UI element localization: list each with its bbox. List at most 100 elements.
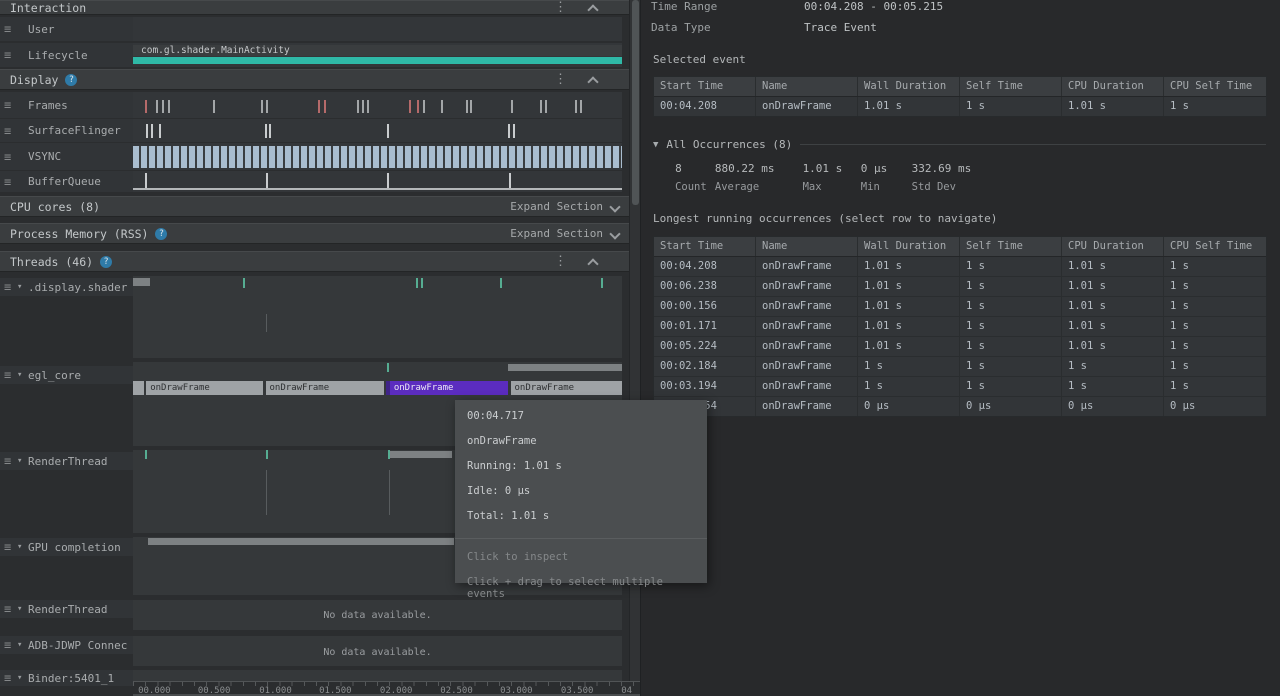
trace-event-ondrawframe[interactable]: onDrawFrame	[266, 381, 384, 395]
drag-handle-icon[interactable]: ≡	[4, 540, 11, 554]
sub-tick	[266, 470, 267, 515]
column-header[interactable]: Name	[756, 237, 858, 256]
drag-handle-icon[interactable]: ≡	[4, 48, 11, 62]
section-header-process-memory[interactable]: Process Memory (RSS) ? Expand Section	[0, 223, 629, 244]
drag-handle-icon[interactable]: ≡	[4, 602, 11, 616]
track-thread-adb-jdwp[interactable]: No data available.	[133, 636, 622, 666]
trace-event-ondrawframe[interactable]: onDrawFrame	[146, 381, 262, 395]
section-header-interaction[interactable]: Interaction ⋮	[0, 0, 629, 15]
column-header[interactable]: Self Time	[960, 77, 1062, 96]
help-icon[interactable]: ?	[155, 228, 167, 240]
column-header[interactable]: Start Time	[654, 77, 756, 96]
lifecycle-activity-bar[interactable]	[133, 57, 622, 64]
collapse-chevron-icon[interactable]	[589, 258, 597, 266]
expand-caret-icon[interactable]: ▾	[17, 370, 22, 380]
disclosure-triangle-icon[interactable]: ▼	[653, 140, 658, 150]
stat: 8 Count	[675, 162, 707, 193]
table-row[interactable]: 00:04.208 onDrawFrame 1.01 s 1 s 1.01 s …	[654, 97, 1266, 116]
column-header[interactable]: CPU Self Time	[1164, 77, 1266, 96]
kebab-menu-icon[interactable]: ⋮	[554, 0, 567, 15]
lifecycle-event[interactable]: com.gl.shader.MainActivity	[133, 45, 622, 56]
column-header[interactable]: CPU Duration	[1062, 77, 1164, 96]
track-user[interactable]	[133, 17, 622, 41]
drag-handle-icon[interactable]: ≡	[4, 368, 11, 382]
expand-caret-icon[interactable]: ▾	[17, 282, 22, 292]
drag-handle-icon[interactable]: ≡	[4, 98, 11, 112]
help-icon[interactable]: ?	[65, 74, 77, 86]
expand-caret-icon[interactable]: ▾	[17, 456, 22, 466]
cell-self-time: 1 s	[960, 297, 1062, 316]
table-row[interactable]: 00:02.184 onDrawFrame 1 s 1 s 1 s 1 s	[654, 357, 1266, 377]
column-header[interactable]: Start Time	[654, 237, 756, 256]
table-row[interactable]: 00:01.171 onDrawFrame 1.01 s 1 s 1.01 s …	[654, 317, 1266, 337]
kebab-menu-icon[interactable]: ⋮	[554, 254, 567, 269]
column-header[interactable]: CPU Duration	[1062, 237, 1164, 256]
section-header-cpu-cores[interactable]: CPU cores (8) Expand Section	[0, 196, 629, 217]
row-label-user[interactable]: ≡ User	[0, 17, 133, 41]
table-row[interactable]: 00:00.156 onDrawFrame 1.01 s 1 s 1.01 s …	[654, 297, 1266, 317]
table-row[interactable]: 00:05.224 onDrawFrame 1.01 s 1 s 1.01 s …	[654, 337, 1266, 357]
axis-tick-label: 01.500	[319, 686, 352, 696]
drag-handle-icon[interactable]: ≡	[4, 280, 11, 294]
row-label-surfaceflinger[interactable]: ≡ SurfaceFlinger	[0, 119, 133, 142]
table-row[interactable]: 00:06.238 onDrawFrame 1.01 s 1 s 1.01 s …	[654, 277, 1266, 297]
row-label-lifecycle[interactable]: ≡ Lifecycle	[0, 43, 133, 67]
column-header[interactable]: Wall Duration	[858, 77, 960, 96]
track-vsync[interactable]	[133, 143, 622, 170]
drag-handle-icon[interactable]: ≡	[4, 638, 11, 652]
expand-caret-icon[interactable]: ▾	[17, 542, 22, 552]
section-header-threads[interactable]: Threads (46) ? ⋮	[0, 251, 629, 272]
drag-handle-icon[interactable]: ≡	[4, 671, 11, 685]
column-header[interactable]: Name	[756, 77, 858, 96]
cell-cpu-duration: 0 µs	[1062, 397, 1164, 416]
expand-caret-icon[interactable]: ▾	[17, 673, 22, 683]
thread-label-display-shader[interactable]: ≡ ▾ .display.shader	[0, 278, 133, 296]
trace-event-ondrawframe[interactable]: onDrawFrame	[386, 381, 508, 395]
cell-cpu-duration: 1.01 s	[1062, 277, 1164, 296]
drag-handle-icon[interactable]: ≡	[4, 454, 11, 468]
scrollbar-thumb[interactable]	[632, 0, 639, 205]
table-row[interactable]: 00:07.254 onDrawFrame 0 µs 0 µs 0 µs 0 µ…	[654, 397, 1266, 416]
track-lifecycle[interactable]: com.gl.shader.MainActivity	[133, 43, 622, 67]
longest-running-table: Start TimeNameWall DurationSelf TimeCPU …	[653, 236, 1267, 417]
drag-handle-icon[interactable]: ≡	[4, 150, 11, 164]
expand-caret-icon[interactable]: ▾	[17, 640, 22, 650]
track-thread-renderthread-2[interactable]: No data available.	[133, 600, 622, 630]
collapse-chevron-icon[interactable]	[589, 76, 597, 84]
expand-section-button[interactable]: Expand Section	[510, 200, 619, 213]
drag-handle-icon[interactable]: ≡	[4, 124, 11, 138]
trace-event-ondrawframe[interactable]: onDrawFrame	[511, 381, 622, 395]
expand-section-button[interactable]: Expand Section	[510, 227, 619, 240]
drag-handle-icon[interactable]: ≡	[4, 175, 11, 189]
thread-label-binder[interactable]: ≡ ▾ Binder:5401_1	[0, 670, 133, 686]
row-label-vsync[interactable]: ≡ VSYNC	[0, 143, 133, 170]
thread-label-renderthread[interactable]: ≡ ▾ RenderThread	[0, 452, 133, 470]
column-header[interactable]: Wall Duration	[858, 237, 960, 256]
time-axis[interactable]: 00.00000.50001.00001.50002.00002.50003.0…	[133, 681, 640, 696]
track-surfaceflinger[interactable]	[133, 119, 622, 142]
row-label-bufferqueue[interactable]: ≡ BufferQueue	[0, 171, 133, 192]
kebab-menu-icon[interactable]: ⋮	[554, 72, 567, 87]
column-header[interactable]: Self Time	[960, 237, 1062, 256]
section-header-display[interactable]: Display ? ⋮	[0, 69, 629, 90]
track-thread-binder[interactable]	[133, 670, 622, 681]
row-label-frames[interactable]: ≡ Frames	[0, 92, 133, 118]
column-header[interactable]: CPU Self Time	[1164, 237, 1266, 256]
thread-label-renderthread-2[interactable]: ≡ ▾ RenderThread	[0, 600, 133, 618]
trace-event-ondrawframe[interactable]	[133, 381, 144, 395]
track-bufferqueue[interactable]	[133, 171, 622, 192]
selected-event-table: Start TimeNameWall DurationSelf TimeCPU …	[653, 76, 1267, 117]
track-frames[interactable]	[133, 92, 622, 118]
collapse-chevron-icon[interactable]	[589, 4, 597, 12]
thread-label-egl-core[interactable]: ≡ ▾ egl_core	[0, 366, 133, 384]
all-occurrences-header[interactable]: ▼ All Occurrences (8)	[653, 138, 1266, 151]
table-row[interactable]: 00:03.194 onDrawFrame 1 s 1 s 1 s 1 s	[654, 377, 1266, 397]
track-thread-display-shader[interactable]	[133, 276, 622, 358]
axis-tick-label: 00.000	[138, 686, 171, 696]
expand-caret-icon[interactable]: ▾	[17, 604, 22, 614]
thread-label-adb-jdwp[interactable]: ≡ ▾ ADB-JDWP Connec	[0, 636, 133, 654]
drag-handle-icon[interactable]: ≡	[4, 22, 11, 36]
table-row[interactable]: 00:04.208 onDrawFrame 1.01 s 1 s 1.01 s …	[654, 257, 1266, 277]
help-icon[interactable]: ?	[100, 256, 112, 268]
thread-label-gpu-completion[interactable]: ≡ ▾ GPU completion	[0, 538, 133, 556]
